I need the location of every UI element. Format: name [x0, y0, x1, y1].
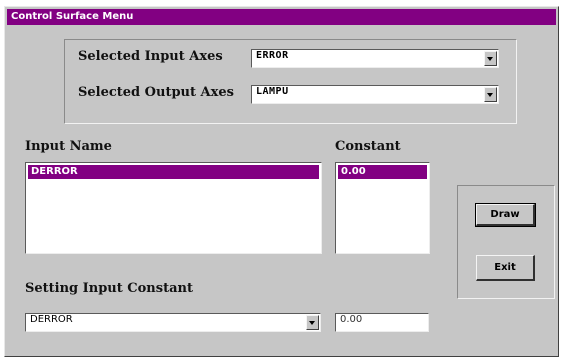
input-name-header: Input Name	[25, 139, 112, 154]
constant-list[interactable]: 0.00	[335, 162, 430, 254]
output-axes-label: Selected Output Axes	[78, 85, 234, 100]
chevron-down-icon[interactable]	[484, 51, 497, 66]
input-name-list[interactable]: DERROR	[25, 162, 322, 254]
input-axes-value: ERROR	[256, 50, 289, 61]
output-axes-value: LAMPU	[256, 86, 289, 97]
setting-input-value: DERROR	[30, 314, 73, 325]
list-item[interactable]: 0.00	[338, 165, 427, 179]
setting-input-select[interactable]: DERROR	[25, 313, 321, 332]
constant-input-value: 0.00	[340, 314, 363, 325]
draw-button[interactable]: Draw	[475, 203, 536, 227]
output-axes-select[interactable]: LAMPU	[251, 85, 499, 104]
control-surface-window: Control Surface Menu Selected Input Axes…	[4, 6, 559, 357]
action-panel	[457, 185, 555, 299]
chevron-down-icon[interactable]	[306, 315, 319, 330]
chevron-down-icon[interactable]	[484, 87, 497, 102]
list-item[interactable]: DERROR	[28, 165, 319, 179]
window-title: Control Surface Menu	[7, 9, 556, 25]
constant-header: Constant	[335, 139, 401, 154]
input-axes-label: Selected Input Axes	[78, 49, 223, 64]
constant-input[interactable]: 0.00	[335, 313, 429, 332]
exit-button[interactable]: Exit	[476, 255, 535, 281]
setting-input-constant-label: Setting Input Constant	[25, 281, 193, 296]
input-axes-select[interactable]: ERROR	[251, 49, 499, 68]
